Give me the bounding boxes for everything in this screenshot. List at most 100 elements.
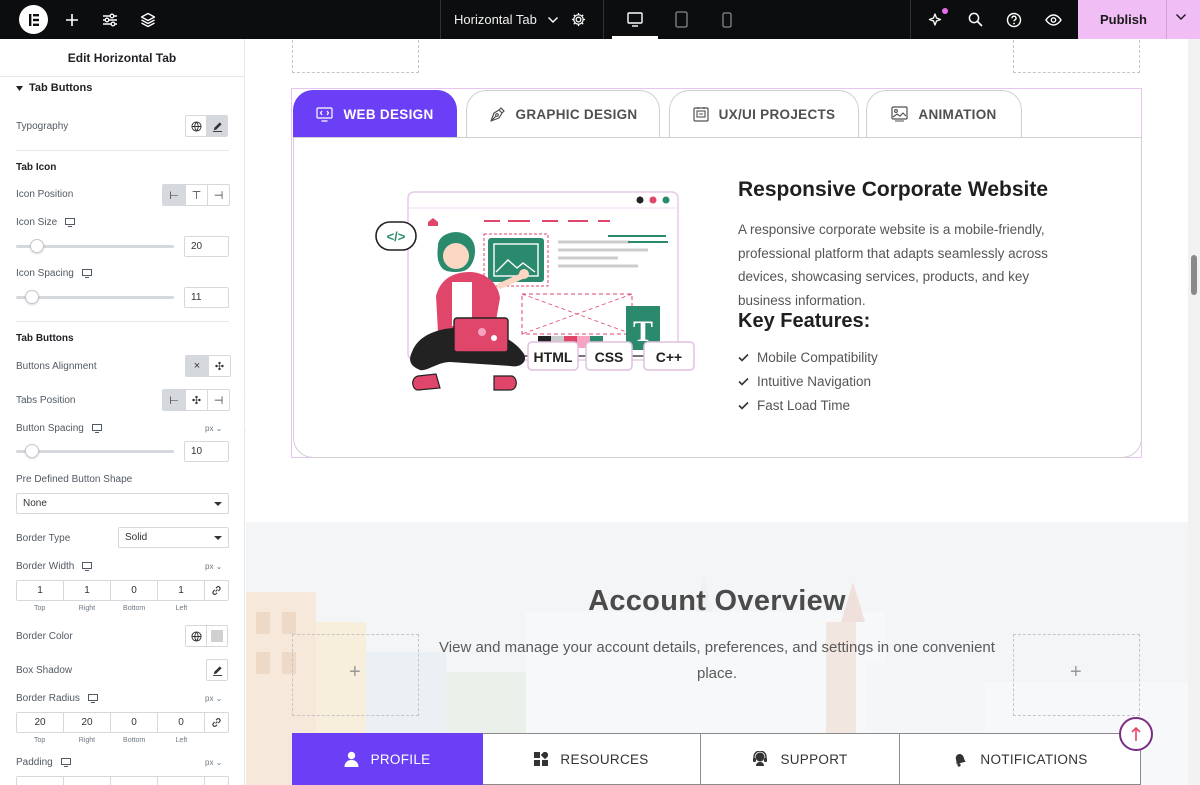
slider-handle[interactable] bbox=[24, 290, 39, 304]
scrollbar-thumb[interactable] bbox=[1191, 255, 1197, 295]
icon-size-slider[interactable] bbox=[16, 239, 174, 253]
border-radius-right[interactable]: 20 bbox=[63, 713, 110, 732]
desktop-icon[interactable] bbox=[622, 0, 648, 39]
globe-icon[interactable] bbox=[185, 115, 207, 137]
content-description: A responsive corporate website is a mobi… bbox=[738, 222, 1048, 308]
slider-handle[interactable] bbox=[29, 239, 44, 253]
link-icon[interactable] bbox=[204, 713, 228, 732]
edit-shadow-icon[interactable] bbox=[206, 659, 228, 681]
unit-selector[interactable]: px ⌄ bbox=[205, 424, 222, 433]
dim-label: Bottom bbox=[123, 605, 146, 612]
border-radius-bottom[interactable]: 0 bbox=[110, 713, 157, 732]
close-icon[interactable]: × bbox=[186, 356, 208, 376]
align-end-icon[interactable]: ⊣ bbox=[207, 390, 229, 410]
empty-column-placeholder[interactable] bbox=[292, 39, 419, 73]
slider-handle[interactable] bbox=[24, 444, 39, 458]
ai-sparkle-icon[interactable] bbox=[924, 0, 948, 39]
code-tag-cpp: C++ bbox=[656, 349, 682, 365]
link-icon[interactable] bbox=[204, 777, 228, 785]
button-spacing-input[interactable]: 10 bbox=[184, 441, 229, 462]
sliders-icon[interactable] bbox=[98, 0, 122, 39]
button-spacing-slider[interactable] bbox=[16, 444, 174, 458]
tab-resources[interactable]: RESOURCES bbox=[483, 733, 701, 785]
chevron-down-icon bbox=[547, 16, 559, 24]
editor-panel: Edit Horizontal Tab Tab Buttons Typograp… bbox=[0, 39, 245, 785]
unit-selector[interactable]: px ⌄ bbox=[205, 758, 222, 767]
tab-label: WEB DESIGN bbox=[343, 106, 434, 122]
elementor-logo-icon[interactable] bbox=[19, 5, 48, 34]
icon-size-input[interactable]: 20 bbox=[184, 236, 229, 257]
account-overview-section: + + Account Overview View and manage you… bbox=[246, 522, 1188, 785]
mobile-icon[interactable] bbox=[714, 0, 740, 39]
tab-profile[interactable]: PROFILE bbox=[292, 733, 483, 785]
empty-column-placeholder[interactable] bbox=[1013, 39, 1140, 73]
align-start-icon[interactable]: ⊢ bbox=[163, 390, 185, 410]
list-item: Intuitive Navigation bbox=[738, 369, 878, 393]
grid-icon bbox=[534, 752, 549, 766]
chevron-down-icon[interactable] bbox=[1175, 13, 1187, 21]
caret-down-icon bbox=[16, 85, 23, 91]
search-icon[interactable] bbox=[963, 0, 987, 39]
box-shadow-label: Box Shadow bbox=[16, 665, 73, 676]
buttons-alignment-label: Buttons Alignment bbox=[16, 361, 97, 372]
tab-label: UX/UI PROJECTS bbox=[718, 106, 836, 122]
border-width-bottom[interactable]: 0 bbox=[110, 581, 157, 600]
border-width-left[interactable]: 1 bbox=[157, 581, 204, 600]
document-title[interactable]: Horizontal Tab bbox=[454, 0, 559, 39]
button-shape-select[interactable]: None bbox=[16, 493, 229, 514]
unit-selector[interactable]: px ⌄ bbox=[205, 694, 222, 703]
unit-label: px bbox=[205, 758, 214, 767]
tab-notifications[interactable]: NOTIFICATIONS bbox=[900, 733, 1141, 785]
dim-label: Left bbox=[175, 605, 188, 612]
add-icon[interactable]: + bbox=[349, 661, 361, 684]
section-toggle-tab-buttons[interactable]: Tab Buttons bbox=[16, 82, 92, 94]
help-icon[interactable] bbox=[1002, 0, 1026, 39]
scroll-to-top-button[interactable] bbox=[1119, 717, 1153, 751]
add-icon[interactable] bbox=[60, 0, 84, 39]
align-start-icon[interactable]: ⊢ bbox=[163, 185, 185, 205]
check-icon bbox=[738, 353, 749, 362]
key-features-heading: Key Features: bbox=[738, 310, 871, 332]
border-radius-left[interactable]: 0 bbox=[157, 713, 204, 732]
edit-typography-icon[interactable] bbox=[206, 115, 228, 137]
icon-spacing-slider[interactable] bbox=[16, 290, 174, 304]
tab-web-design[interactable]: WEB DESIGN bbox=[293, 90, 457, 137]
border-radius-top[interactable]: 20 bbox=[17, 713, 63, 732]
divider bbox=[1166, 0, 1167, 39]
monitor-code-icon bbox=[316, 106, 334, 122]
align-center-icon[interactable]: ✣ bbox=[185, 390, 207, 410]
add-icon[interactable]: + bbox=[1070, 661, 1082, 684]
padding-left[interactable] bbox=[157, 777, 204, 785]
gear-icon[interactable] bbox=[567, 0, 589, 39]
publish-label: Publish bbox=[1100, 12, 1147, 27]
eye-icon[interactable] bbox=[1041, 0, 1065, 39]
unit-label: px bbox=[205, 694, 214, 703]
layers-icon[interactable] bbox=[136, 0, 160, 39]
color-swatch[interactable] bbox=[206, 625, 228, 647]
tab-animation[interactable]: ANIMATION bbox=[866, 90, 1022, 137]
horizontal-tab-widget[interactable]: WEB DESIGN GRAPHIC DESIGN UX/UI PROJECTS… bbox=[291, 88, 1142, 458]
align-center-icon[interactable]: ✣ bbox=[208, 356, 230, 376]
globe-icon[interactable] bbox=[185, 625, 207, 647]
publish-button[interactable]: Publish bbox=[1078, 0, 1200, 39]
border-width-right[interactable]: 1 bbox=[63, 581, 110, 600]
feature-label: Mobile Compatibility bbox=[757, 349, 878, 365]
desktop-icon bbox=[65, 218, 76, 227]
tablet-icon[interactable] bbox=[668, 0, 694, 39]
icon-spacing-input[interactable]: 11 bbox=[184, 287, 229, 308]
tab-graphic-design[interactable]: GRAPHIC DESIGN bbox=[466, 90, 660, 137]
padding-right[interactable] bbox=[63, 777, 110, 785]
link-icon[interactable] bbox=[204, 581, 228, 600]
tab-support[interactable]: SUPPORT bbox=[701, 733, 900, 785]
unit-selector[interactable]: px ⌄ bbox=[205, 562, 222, 571]
align-end-icon[interactable]: ⊣ bbox=[207, 185, 229, 205]
align-top-icon[interactable]: ⊤ bbox=[185, 185, 207, 205]
border-width-top[interactable]: 1 bbox=[17, 581, 63, 600]
tab-ux-ui-projects[interactable]: UX/UI PROJECTS bbox=[669, 90, 859, 137]
top-bar: Horizontal Tab Publish bbox=[0, 0, 1200, 39]
border-type-select[interactable]: Solid bbox=[118, 527, 229, 548]
unit-label: px bbox=[205, 424, 214, 433]
padding-top[interactable] bbox=[17, 777, 63, 785]
padding-bottom[interactable] bbox=[110, 777, 157, 785]
page-scrollbar[interactable] bbox=[1188, 39, 1200, 785]
